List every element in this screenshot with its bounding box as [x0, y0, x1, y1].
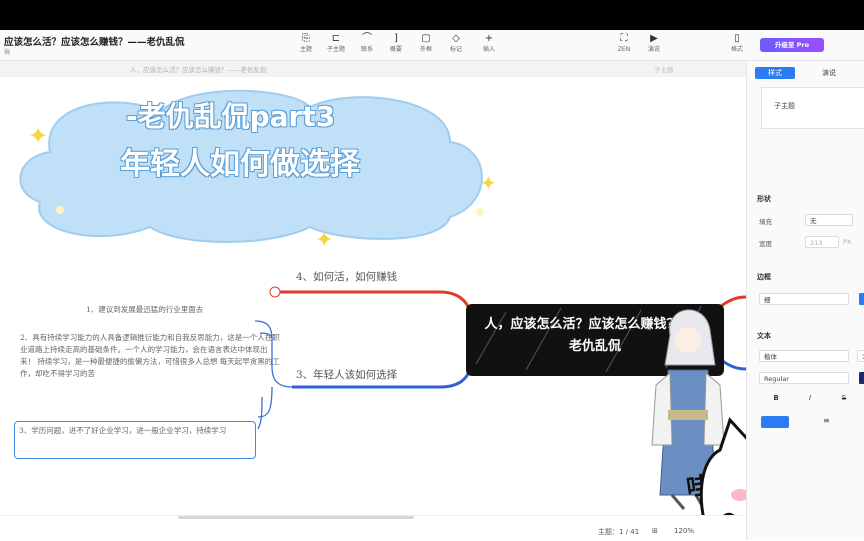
status-bar: 主题：1 / 41 ⊞ 120% — [0, 515, 746, 541]
format-panel-button[interactable]: ▯ 格式 — [722, 33, 752, 57]
summary-button[interactable]: ] 概要 — [381, 33, 411, 57]
width-unit: PX — [843, 238, 852, 246]
insert-topic-button[interactable]: ⎘ 主题 — [291, 33, 321, 57]
character-face — [675, 327, 701, 353]
leaf-topic-3-selected[interactable]: 3、学历问题，进不了好企业学习，进一般企业学习，持续学习 — [14, 421, 256, 459]
marker-button[interactable]: ◇ 标记 — [441, 33, 471, 57]
play-icon: ▶ — [650, 33, 658, 44]
border-color-swatch[interactable] — [859, 293, 864, 305]
fill-select[interactable]: 无 — [805, 214, 853, 226]
width-label: 宽度 — [759, 240, 772, 248]
upgrade-pro-button[interactable]: 升级至 Pro — [760, 38, 824, 52]
summary-bracket-icon: ] — [394, 33, 398, 44]
relationship-button[interactable]: ⌒ 联系 — [352, 33, 382, 57]
document-subtitle: 稿 — [4, 49, 11, 56]
italic-button[interactable]: I — [803, 394, 817, 402]
shape-section-header[interactable]: 形状 — [757, 194, 771, 204]
connector-red — [272, 290, 475, 338]
sheet-tab-bar: 人，应该怎么活？应该怎么赚钱？——老仇乱侃 子主题 — [0, 61, 746, 78]
pitch-mode-button[interactable]: ▶ 演说 — [639, 33, 669, 57]
subtopic-icon: ⊏ — [331, 33, 341, 44]
marker-icon: ◇ — [452, 33, 460, 44]
insert-menu-button[interactable]: + 插入 — [474, 33, 504, 57]
text-color-swatch[interactable] — [859, 372, 864, 384]
document-title[interactable]: 应该怎么活？应该怎么赚钱？——老仇乱侃 — [4, 34, 185, 48]
leaf-bracket-lower — [257, 396, 263, 430]
mindmap-canvas[interactable]: ✦ ✦ ✦ -老仇乱侃part3 年轻人如何做选择 4、如何活，如何赚钱 3、年… — [0, 77, 746, 515]
fullscreen-icon: ⛶ — [620, 33, 628, 44]
font-weight-select[interactable]: Regular — [759, 372, 849, 384]
mindmap-app: 应该怎么活？应该怎么赚钱？——老仇乱侃 稿 ⎘ 主题 ⊏ 子主题 ⌒ 联系 ] … — [0, 30, 864, 541]
strikethrough-button[interactable]: S — [837, 394, 851, 402]
border-weight-select[interactable]: 细 — [759, 293, 849, 305]
insert-subtopic-button[interactable]: ⊏ 子主题 — [321, 33, 351, 57]
zoom-level[interactable]: 120% — [674, 527, 694, 535]
tab-subtopic[interactable]: 子主题 — [654, 64, 674, 74]
branch-topic-young-choices[interactable]: 3、年轻人该如何选择 — [296, 367, 397, 382]
align-left-button[interactable] — [761, 416, 789, 428]
format-panel: 样式 演说 子主题 形状 填充 无 宽度 213 PX 边框 细 文本 楷体 1… — [746, 61, 864, 540]
width-input[interactable]: 213 — [805, 236, 839, 248]
panel-icon: ▯ — [734, 33, 740, 44]
top-toolbar: 应该怎么活？应该怎么赚钱？——老仇乱侃 稿 ⎘ 主题 ⊏ 子主题 ⌒ 联系 ] … — [0, 30, 864, 61]
align-center-icon[interactable]: ≡ — [823, 416, 830, 425]
tab-pitch[interactable]: 演说 — [809, 67, 849, 79]
branch-topic-how-to-live[interactable]: 4、如何活，如何赚钱 — [296, 269, 397, 284]
horizontal-scrollbar[interactable] — [178, 516, 414, 519]
zen-mode-button[interactable]: ⛶ ZEN — [609, 33, 639, 57]
relationship-icon: ⌒ — [362, 33, 372, 44]
leaf-topic-2[interactable]: 2、具有持续学习能力的人具备逻辑推衍能力和自我反思能力，这是一个人在职业道路上持… — [20, 332, 280, 380]
fill-label: 填充 — [759, 218, 772, 226]
tab-style[interactable]: 样式 — [755, 67, 795, 79]
breadcrumb[interactable]: 人，应该怎么活？应该怎么赚钱？——老仇乱侃 — [130, 64, 267, 74]
topic-style-label: 子主题 — [774, 102, 795, 110]
plus-icon: + — [484, 33, 494, 44]
boundary-button[interactable]: ▢ 外框 — [411, 33, 441, 57]
font-family-select[interactable]: 楷体 — [759, 350, 849, 362]
text-section-header[interactable]: 文本 — [757, 331, 771, 341]
topic-counter: 主题：1 / 41 — [598, 528, 640, 536]
boundary-icon: ▢ — [421, 33, 431, 44]
leaf-topic-1[interactable]: 1、建议到发展最迅猛的行业里面去 — [86, 304, 266, 316]
topic-icon: ⎘ — [302, 33, 310, 44]
map-icon[interactable]: ⊞ — [652, 527, 658, 535]
collapse-toggle — [269, 286, 281, 298]
font-size-select[interactable]: 1 — [857, 350, 864, 362]
border-section-header[interactable]: 边框 — [757, 272, 771, 282]
bold-button[interactable]: B — [769, 394, 783, 402]
topic-style-preview[interactable]: 子主题 — [761, 87, 864, 129]
video-letterbox — [0, 0, 864, 30]
